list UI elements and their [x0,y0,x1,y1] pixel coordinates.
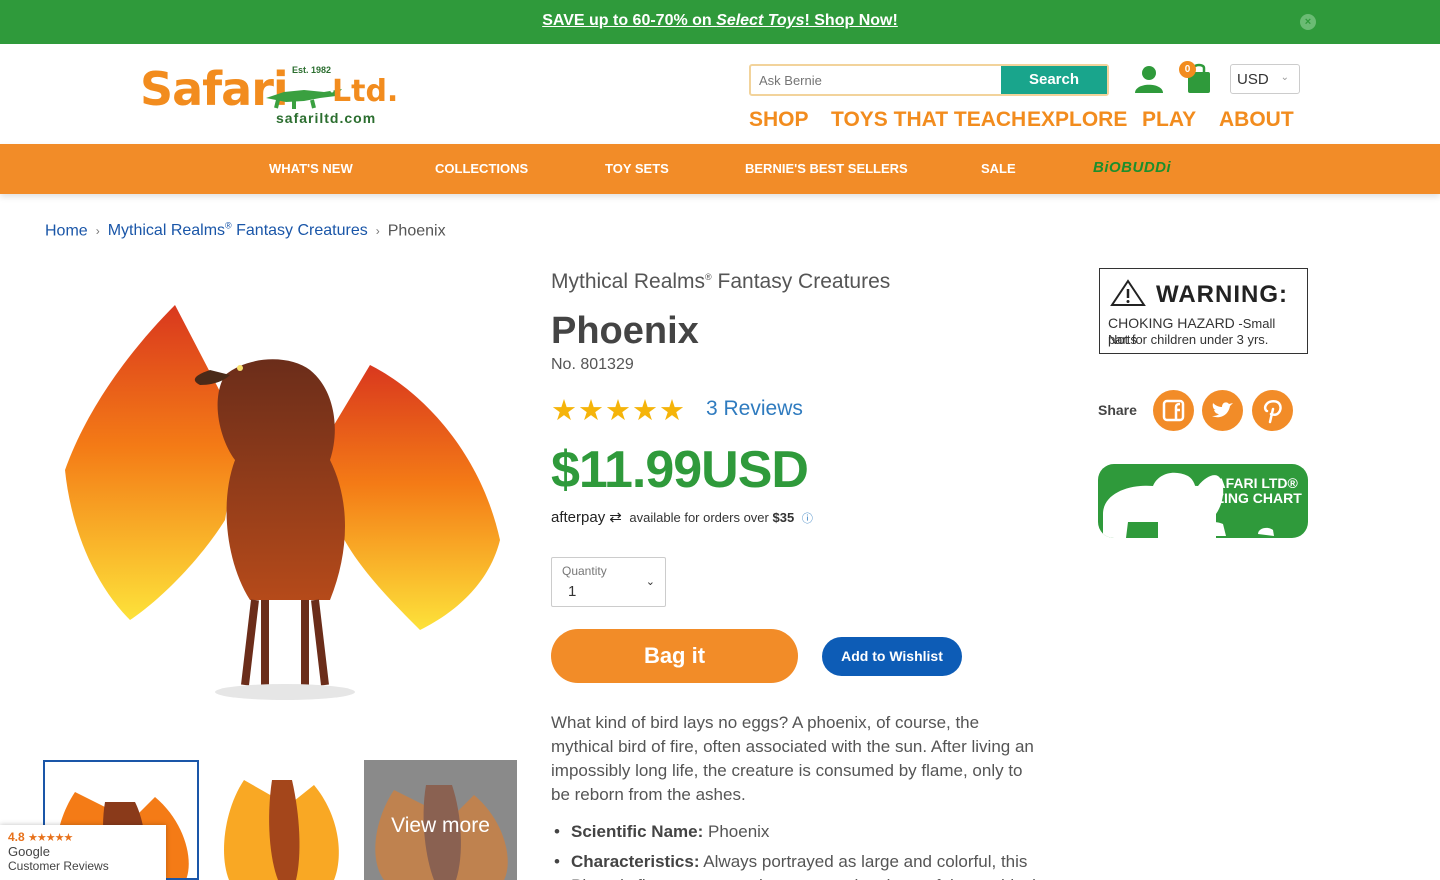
warning-heading: WARNING: [1156,281,1288,308]
quantity-select[interactable]: Quantity 1 ⌄ [551,557,666,607]
detail-label: Scientific Name: [571,822,704,841]
search-form: Search [749,64,1109,96]
nav-toys-that-teach[interactable]: TOYS THAT TEACH [831,108,1026,132]
rating-stars: ★★★★★ [551,395,686,427]
quantity-value: 1 [568,583,577,600]
afterpay-logo: afterpay [551,509,606,526]
nav-shop[interactable]: SHOP [749,108,809,132]
product-price: $11.99USD [551,441,809,499]
detail-label: Characteristics: [571,852,700,871]
breadcrumb-collection-rest: Fantasy Creatures [231,222,368,240]
logo-url: safariltd.com [276,110,377,126]
search-button[interactable]: Search [1001,66,1107,94]
registered-mark: ® [705,272,712,282]
close-icon[interactable]: × [1300,14,1316,30]
promo-text-italic: Select Toys [716,12,805,29]
chevron-down-icon: ⌄ [1280,72,1289,83]
list-item: Scientific Name: Phoenix [551,820,1041,844]
twitter-icon [1212,402,1233,418]
product-details-list: Scientific Name: Phoenix Characteristics… [551,820,1041,880]
bag-it-button[interactable]: Bag it [551,629,798,683]
category-sale[interactable]: SALE [981,161,1016,176]
google-rating: 4.8 [8,830,25,844]
warning-line-2: Not for children under 3 yrs. [1108,332,1269,347]
cart-count-badge: 0 [1179,61,1196,78]
logo-est: Est. 1982 [292,65,332,75]
category-bar: WHAT'S NEW COLLECTIONS TOY SETS BERNIE'S… [0,144,1440,194]
hazard-label: CHOKING HAZARD [1108,315,1235,331]
search-input[interactable] [751,66,1001,94]
product-description: What kind of bird lays no eggs? A phoeni… [551,713,1034,804]
pinterest-icon [1263,400,1282,424]
product-thumbnail-2[interactable] [204,760,360,880]
breadcrumb-collection-name: Mythical Realms [107,222,226,240]
chevron-right-icon: › [95,224,100,239]
category-whats-new[interactable]: WHAT'S NEW [269,161,353,176]
thumbnail-image [224,780,339,880]
google-label: Google [8,844,50,859]
afterpay-message: afterpay ⇄ available for orders over $35 … [551,508,813,526]
promo-link[interactable]: SAVE up to 60-70% on Select Toys! Shop N… [0,12,1440,30]
share-label: Share [1098,402,1137,418]
registered-mark: ® [225,221,232,231]
account-icon[interactable] [1133,64,1165,94]
detail-value: Phoenix [703,822,770,841]
breadcrumb-collection[interactable]: Mythical Realms® Fantasy Creatures [107,221,368,240]
currency-value: USD [1237,71,1269,88]
nav-explore[interactable]: EXPLORE [1027,108,1127,132]
breadcrumb-home[interactable]: Home [45,222,88,239]
breadcrumb: Home › Mythical Realms® Fantasy Creatures ›… [45,221,446,240]
currency-select[interactable]: USD ⌄ [1230,64,1300,94]
promo-text-part: ! Shop Now! [804,12,898,29]
afterpay-arrow-icon: ⇄ [609,509,622,526]
choking-hazard-warning: WARNING: CHOKING HAZARD -Small parts Not… [1099,268,1308,354]
promo-text-part: SAVE up to 60-70% on [542,12,717,29]
google-reviews-badge[interactable]: 4.8 ★★★★★ Google Customer Reviews [0,825,166,880]
collection-name-rest: Fantasy Creatures [711,270,891,293]
sizing-chart-banner[interactable]: SAFARI LTD® SIZING CHART [1098,464,1308,538]
reviews-link[interactable]: 3 Reviews [706,397,803,421]
warning-icon [1110,279,1146,306]
add-to-wishlist-button[interactable]: Add to Wishlist [822,637,962,676]
afterpay-amount: $35 [772,510,795,525]
product-collection[interactable]: Mythical Realms® Fantasy Creatures [551,270,890,294]
twitter-share-button[interactable] [1202,390,1243,431]
pinterest-share-button[interactable] [1252,390,1293,431]
chevron-right-icon: › [375,224,380,239]
quantity-label: Quantity [562,564,607,578]
google-reviews-label: Customer Reviews [8,859,109,873]
info-icon[interactable]: ⓘ [802,513,813,525]
category-best-sellers[interactable]: BERNIE'S BEST SELLERS [745,161,908,176]
collection-name: Mythical Realms [551,270,706,293]
product-title: Phoenix [551,310,699,352]
site-logo[interactable]: Safari Est. 1982 Ltd. safariltd.com [140,60,402,130]
nav-play[interactable]: PLAY [1142,108,1196,132]
category-collections[interactable]: COLLECTIONS [435,161,528,176]
chevron-down-icon: ⌄ [645,576,655,588]
category-toy-sets[interactable]: TOY SETS [605,161,669,176]
facebook-share-button[interactable] [1153,390,1194,431]
promo-banner: SAVE up to 60-70% on Select Toys! Shop N… [0,0,1440,44]
breadcrumb-current: Phoenix [387,222,446,240]
facebook-icon [1162,399,1185,422]
view-more-thumbnail[interactable]: View more [364,760,517,880]
view-more-label: View more [391,814,490,837]
category-biobuddi[interactable]: BiOBUDDi [1093,159,1171,176]
nav-about[interactable]: ABOUT [1219,108,1294,132]
product-sku: No. 801329 [551,356,634,373]
afterpay-text: available for orders over [629,510,769,525]
google-stars: ★★★★★ [28,832,73,844]
product-image[interactable] [50,280,520,710]
logo-suffix: Ltd. [332,74,399,109]
sizing-chart-label: SAFARI LTD® SIZING CHART [1202,475,1302,506]
list-item: Characteristics: Always portrayed as lar… [551,850,1041,880]
